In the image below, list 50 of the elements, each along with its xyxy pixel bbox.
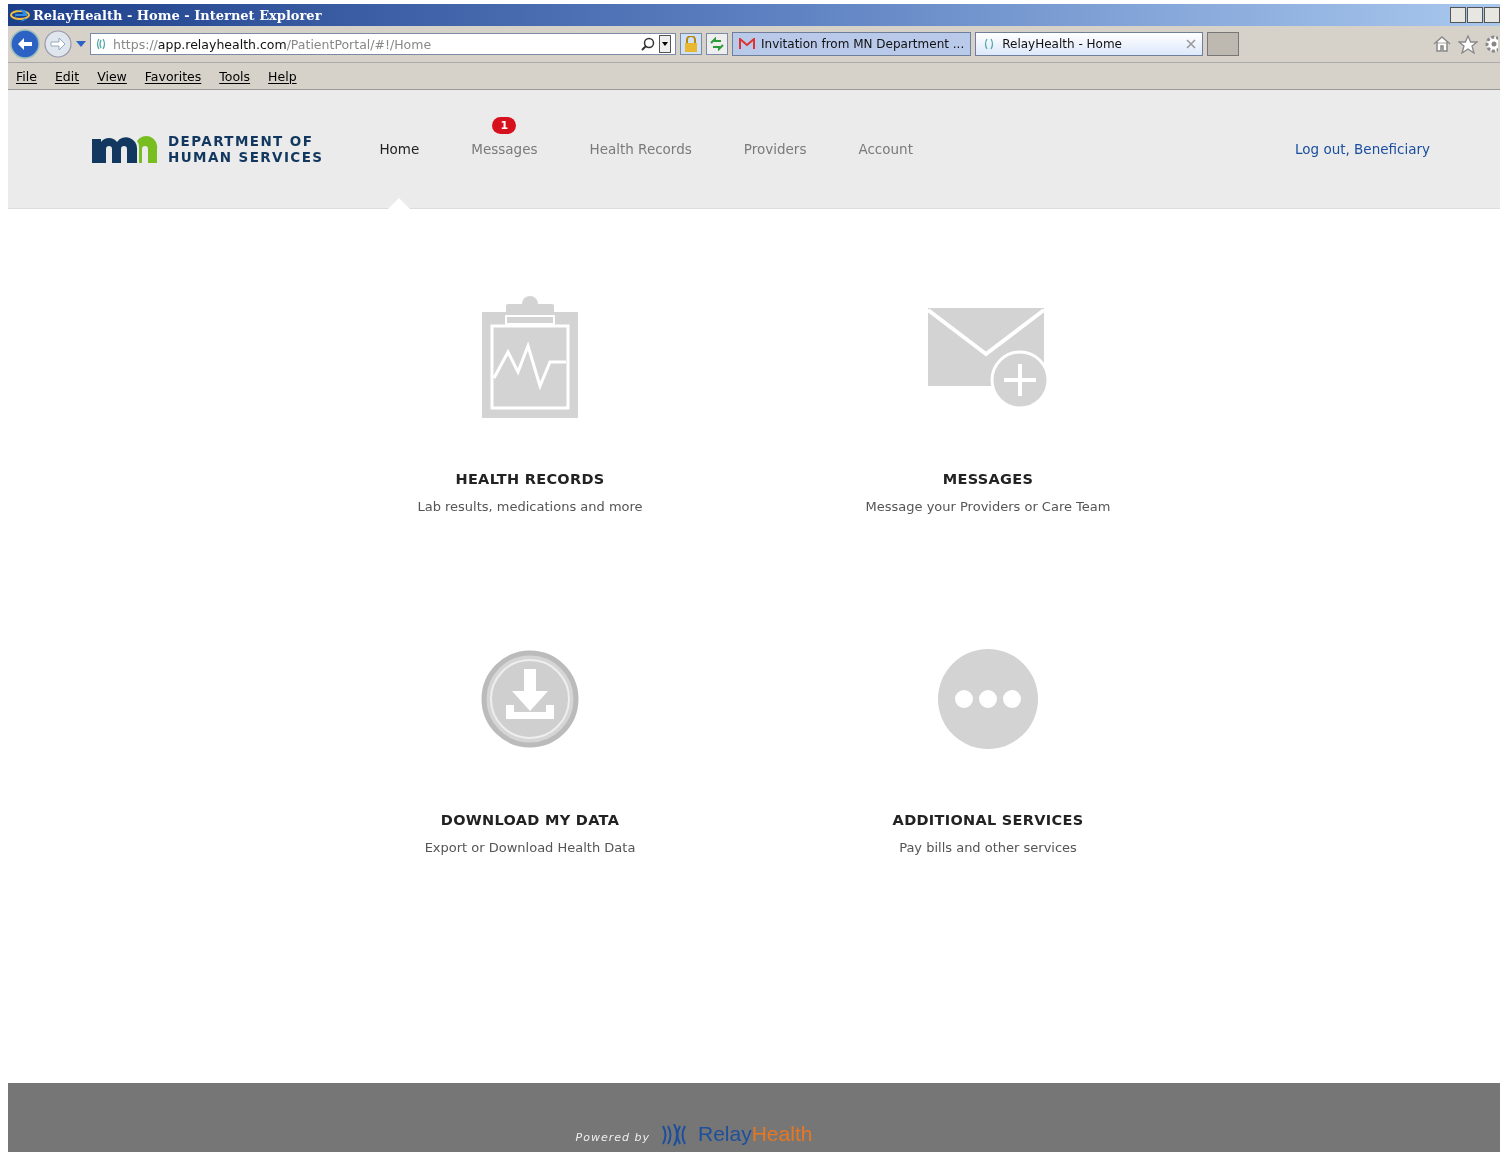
browser-tab[interactable]: RelayHealth - Home: [975, 32, 1204, 56]
refresh-button[interactable]: [706, 33, 728, 55]
nav-tab[interactable]: Health Records: [563, 90, 718, 208]
tile-description: Lab results, medications and more: [417, 499, 643, 514]
more-dots-icon[interactable]: [938, 649, 1038, 749]
nav-tab[interactable]: Account: [832, 90, 939, 208]
site-favicon-icon: [95, 38, 107, 50]
close-tab-icon[interactable]: [1186, 39, 1197, 49]
forward-button[interactable]: [44, 30, 72, 58]
mn-logo-icon: [92, 135, 158, 163]
favorites-star-icon[interactable]: [1458, 34, 1478, 54]
minimize-button[interactable]: [1450, 7, 1466, 23]
restore-button[interactable]: [1467, 7, 1483, 23]
address-field[interactable]: https://app.relayhealth.com/PatientPortal/#!/Home: [90, 33, 676, 55]
powered-by-text: Powered by: [575, 1131, 650, 1144]
mail-icon: [739, 38, 755, 50]
menu-item[interactable]: Help: [268, 68, 297, 84]
nav-tab[interactable]: Home: [353, 90, 446, 208]
menu-item[interactable]: Tools: [219, 68, 251, 84]
tile-description: Export or Download Health Data: [424, 840, 636, 855]
browser-tab[interactable]: Invitation from MN Department ...: [732, 32, 972, 56]
clipboard-chart-icon[interactable]: [480, 296, 580, 420]
tile-title[interactable]: DOWNLOAD MY DATA: [440, 812, 620, 828]
relay-health-logo-icon: [660, 1124, 688, 1146]
download-icon[interactable]: [480, 649, 580, 749]
search-icon[interactable]: [641, 37, 655, 51]
logo-text: HUMAN SERVICES: [168, 149, 324, 165]
security-lock-button[interactable]: [680, 33, 702, 55]
logo-text: DEPARTMENT OF: [168, 133, 315, 149]
menu-item[interactable]: Favorites: [144, 68, 202, 84]
back-button[interactable]: [10, 29, 40, 59]
history-dropdown-icon[interactable]: [76, 40, 86, 48]
unread-count-badge: 1: [492, 117, 517, 134]
home-icon[interactable]: [1432, 34, 1452, 53]
close-button[interactable]: [1484, 7, 1500, 23]
nav-tab[interactable]: Messages 1: [445, 90, 564, 208]
window-title: RelayHealth - Home - Internet Explorer: [33, 7, 322, 23]
settings-icon[interactable]: [1484, 34, 1498, 53]
address-dropdown-icon[interactable]: [659, 35, 671, 53]
tile-title[interactable]: HEALTH RECORDS: [455, 471, 605, 487]
menu-item[interactable]: View: [97, 68, 127, 84]
tile-title[interactable]: ADDITIONAL SERVICES: [892, 812, 1084, 828]
nav-tab[interactable]: Providers: [717, 90, 833, 208]
menu-item[interactable]: Edit: [54, 68, 80, 84]
tile-title[interactable]: MESSAGES: [942, 471, 1034, 487]
new-tab-button[interactable]: [1207, 32, 1240, 56]
menu-item[interactable]: File: [16, 68, 37, 84]
tile-description: Message your Providers or Care Team: [865, 499, 1111, 514]
logout-link[interactable]: Log out, Beneficiary: [1295, 141, 1430, 157]
tile-description: Pay bills and other services: [899, 840, 1077, 855]
